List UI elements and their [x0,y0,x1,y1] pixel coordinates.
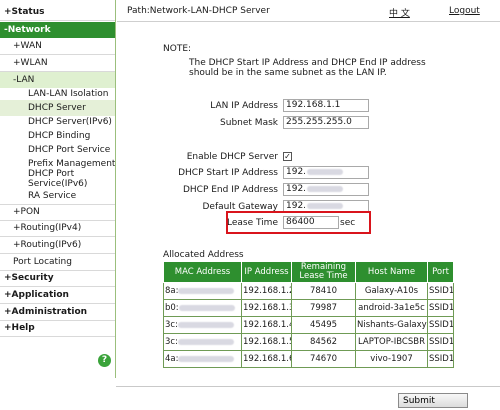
ip-cell: 192.168.1.6 [241,350,292,368]
port-cell: SSID1 [427,350,454,368]
sidebar-item-wan[interactable]: +WAN [0,38,115,54]
dhcp-start-input[interactable]: 192. [283,166,369,179]
enable-dhcp-label: Enable DHCP Server [186,152,278,162]
port-cell: SSID1 [427,299,454,317]
table-row: 8a: 192.168.1.2 78410 Galaxy-A10s SSID1 [163,282,454,300]
lease-time-unit: sec [340,218,356,228]
port-cell: SSID1 [427,333,454,351]
table-row: b0: 192.168.1.3 79987 android-3a1e5c SSI… [163,299,454,317]
col-ip: IP Address [241,261,292,283]
subnet-mask-label: Subnet Mask [220,118,278,128]
ip-cell: 192.168.1.4 [241,316,292,334]
mac-cell: 3c: [163,333,242,351]
dhcp-start-value: 192. [286,167,307,177]
mac-cell: 4a: [163,350,242,368]
col-lease: Remaining Lease Time [291,261,356,283]
col-port: Port [427,261,454,283]
col-host: Host Name [355,261,428,283]
ip-cell: 192.168.1.5 [241,333,292,351]
allocated-title: Allocated Address [163,250,244,260]
mac-cell: 3c: [163,316,242,334]
redacted-blur [307,168,344,175]
ip-cell: 192.168.1.3 [241,299,292,317]
sidebar-item-status[interactable]: +Status [0,4,115,20]
table-row: 4a: 192.168.1.6 74670 vivo-1907 SSID1 [163,350,454,368]
language-link[interactable]: 中 文 [389,6,410,19]
lease-time-input[interactable]: 86400 [283,216,339,229]
host-cell: Nishants-Galaxy [355,316,428,334]
dhcp-end-input[interactable]: 192. [283,183,369,196]
sidebar-item-network[interactable]: -Network [0,22,115,38]
submit-button[interactable]: Submit [398,393,468,408]
sidebar-item-wlan[interactable]: +WLAN [0,55,115,71]
enable-dhcp-checkbox[interactable]: ✓ [283,152,292,161]
lease-cell: 84562 [291,333,356,351]
redacted-blur [307,202,344,209]
host-cell: android-3a1e5c [355,299,428,317]
lease-cell: 78410 [291,282,356,300]
host-cell: LAPTOP-IBCSBR [355,333,428,351]
mac-cell: b0: [163,299,242,317]
breadcrumb: Path:Network-LAN-DHCP Server [127,6,270,16]
mac-cell: 8a: [163,282,242,300]
sidebar-item-help[interactable]: +Help [0,320,115,336]
host-cell: vivo-1907 [355,350,428,368]
dhcp-end-label: DHCP End IP Address [182,185,278,195]
port-cell: SSID1 [427,282,454,300]
subnet-mask-input[interactable]: 255.255.255.0 [283,116,369,129]
logout-link[interactable]: Logout [449,6,480,16]
note-label: NOTE: [163,44,192,54]
sidebar-item-port-locating[interactable]: Port Locating [0,254,115,270]
lan-ip-input[interactable]: 192.168.1.1 [283,99,369,112]
dhcp-start-label: DHCP Start IP Address [178,168,278,178]
port-cell: SSID1 [427,316,454,334]
lease-cell: 79987 [291,299,356,317]
sidebar-item-administration[interactable]: +Administration [0,304,115,320]
redacted-blur [307,185,344,192]
col-mac: MAC Address [163,261,242,283]
lan-ip-label: LAN IP Address [210,101,278,111]
lease-time-label: Lease Time [226,218,278,228]
lease-cell: 74670 [291,350,356,368]
sidebar-item-routing-ipv6[interactable]: +Routing(IPv6) [0,237,115,253]
dhcp-end-value: 192. [286,184,307,194]
note-text: The DHCP Start IP Address and DHCP End I… [189,58,426,78]
sidebar-item-application[interactable]: +Application [0,287,115,303]
help-icon[interactable]: ? [98,354,111,367]
table-row: 3c: 192.168.1.4 45495 Nishants-Galaxy SS… [163,316,454,334]
default-gateway-value: 192. [286,201,307,211]
allocated-table: MAC Address IP Address Remaining Lease T… [163,261,454,368]
host-cell: Galaxy-A10s [355,282,428,300]
sidebar-item-security[interactable]: +Security [0,270,115,286]
table-row: 3c: 192.168.1.5 84562 LAPTOP-IBCSBR SSID… [163,333,454,351]
lease-cell: 45495 [291,316,356,334]
page-header: Path:Network-LAN-DHCP Server 中 文 Logout [117,0,500,22]
footer-divider [116,386,500,387]
ip-cell: 192.168.1.2 [241,282,292,300]
